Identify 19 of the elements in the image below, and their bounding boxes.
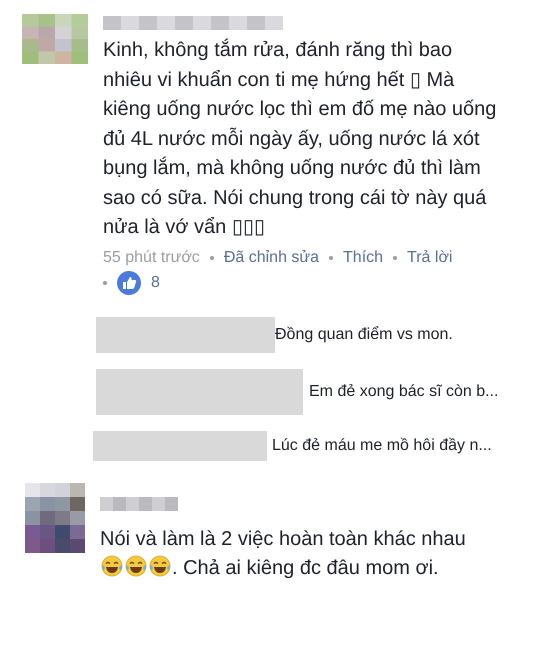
comment-text: . Chả ai kiêng đc đâu mom ơi. <box>172 557 439 579</box>
reply-text[interactable]: Em đẻ xong bác sĩ còn b... <box>309 382 498 400</box>
separator-dot-icon <box>393 256 398 260</box>
laughing-tears-icon <box>124 554 148 578</box>
reply-text[interactable]: Lúc đẻ máu me mồ hôi đầy n... <box>272 436 492 454</box>
action-link[interactable]: Thích <box>343 248 384 266</box>
laughing-tears-icon <box>100 554 124 578</box>
separator-dot-icon <box>329 256 334 260</box>
comment-text: Nói và làm là 2 việc hoàn toàn khác nhau <box>100 528 466 550</box>
reply-text[interactable]: Đồng quan điểm vs mon. <box>275 326 453 344</box>
comment-text: Kinh, không tắm rửa, đánh răng thì bao nhiêu vi khuẩn con ti mẹ hứng hết ▯ Mà kiêng uống nước lọc thì em đố mẹ nào uống đủ 4L nước mỗi ngày ấy, uống nước lá xót bụng lắm, mà không uống nước đủ thì làm sao có sữa. Nói chung trong cái tờ này quá nửa là vớ vẩn ▯▯▯ <box>103 38 498 240</box>
edited-link[interactable]: Đã chỉnh sửa <box>224 248 320 266</box>
action-link[interactable]: Trả lời <box>407 248 452 266</box>
timestamp: 55 phút trước <box>103 248 200 266</box>
like-count: 8 <box>151 274 160 292</box>
thumbs-up-icon <box>117 270 141 294</box>
separator-dot-icon <box>103 280 107 284</box>
separator-dot-icon <box>210 256 214 260</box>
laughing-tears-icon <box>148 554 172 578</box>
